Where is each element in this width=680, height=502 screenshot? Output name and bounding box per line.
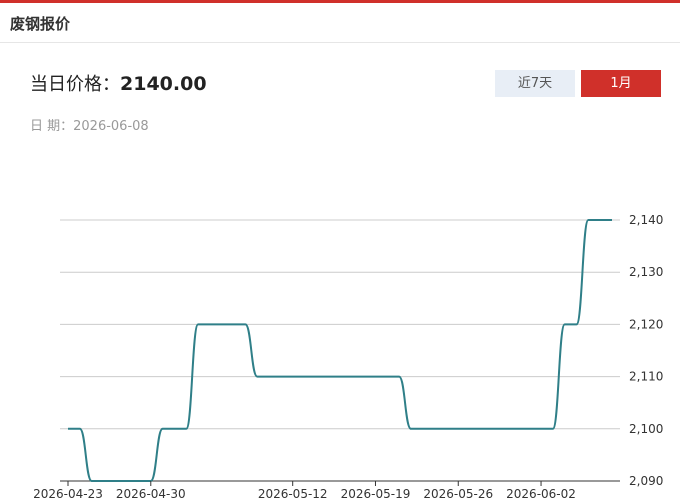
x-tick-label: 2026-04-23 <box>33 487 103 501</box>
x-tick-label: 2026-04-30 <box>116 487 186 501</box>
chart-grid <box>60 219 620 482</box>
x-tick-label: 2026-05-12 <box>258 487 328 501</box>
x-tick-label: 2026-05-26 <box>423 487 493 501</box>
x-tick-label: 2026-05-19 <box>341 487 411 501</box>
y-tick-label: 2,100 <box>629 422 663 436</box>
x-tick-label: 2026-06-02 <box>506 487 576 501</box>
price-line-chart: 2,090 2,100 2,110 2,120 2,130 2,140 2026-04-2… <box>33 213 663 501</box>
chart-series <box>67 219 612 482</box>
y-tick-label: 2,090 <box>629 474 663 488</box>
price-series-line <box>67 219 612 482</box>
y-tick-label: 2,130 <box>629 265 663 279</box>
y-axis-ticks: 2,090 2,100 2,110 2,120 2,130 2,140 <box>629 213 663 488</box>
y-tick-label: 2,140 <box>629 213 663 227</box>
x-axis-ticks: 2026-04-23 2026-04-30 2026-05-12 2026-05-19… <box>33 481 576 501</box>
y-tick-label: 2,120 <box>629 317 663 331</box>
y-tick-label: 2,110 <box>629 370 663 384</box>
